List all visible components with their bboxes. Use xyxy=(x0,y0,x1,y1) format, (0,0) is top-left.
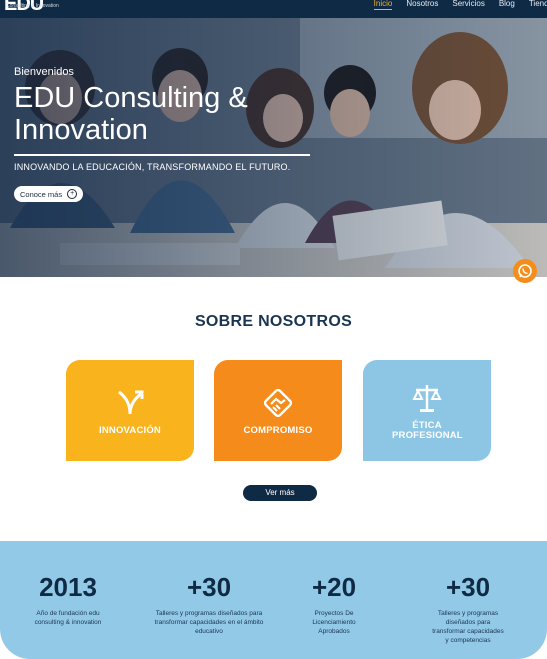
stats-section: 2013 Año de fundación edu consulting & i… xyxy=(0,541,547,659)
handshake-icon xyxy=(263,388,293,417)
stat-description: Talleres y programas diseñados para tran… xyxy=(154,610,264,635)
top-nav: EDU Consulting & Innovation Inicio Nosot… xyxy=(0,0,547,18)
stat-item: +30 Talleres y programas diseñados para … xyxy=(149,573,269,636)
scales-icon xyxy=(412,384,442,412)
page: EDU Consulting & Innovation Inicio Nosot… xyxy=(0,0,547,659)
nav-link-nosotros[interactable]: Nosotros xyxy=(406,0,438,10)
stat-value: +20 xyxy=(311,572,357,602)
hero-welcome: Bienvenidos xyxy=(14,66,74,78)
learn-more-button[interactable]: Conoce más + xyxy=(14,186,84,202)
stat-item: 2013 Año de fundación edu consulting & i… xyxy=(8,573,128,627)
merge-arrow-icon xyxy=(118,390,144,414)
nav-link-tienda[interactable]: Tienda xyxy=(529,0,547,10)
nav-link-inicio[interactable]: Inicio xyxy=(373,0,393,10)
value-card-label: INNOVACIÓN xyxy=(99,424,161,436)
hero-title: EDU Consulting & Innovation xyxy=(14,82,248,146)
whatsapp-button[interactable] xyxy=(513,259,537,283)
stat-value: +30 xyxy=(186,572,232,602)
value-card-label: ÉTICA PROFESIONAL xyxy=(392,419,463,441)
value-card-etica[interactable]: ÉTICA PROFESIONAL xyxy=(363,360,491,461)
value-card-label: COMPROMISO xyxy=(243,424,313,436)
stat-description: Talleres y programas diseñados para tran… xyxy=(432,610,504,644)
stat-item: +20 Proyectos De Licenciamiento Aprobado… xyxy=(274,573,394,636)
plus-circle-icon: + xyxy=(67,189,78,199)
logo-subtitle: Consulting & Innovation xyxy=(6,3,59,9)
value-card-compromiso[interactable]: COMPROMISO xyxy=(214,360,342,461)
about-title: SOBRE NOSOTROS xyxy=(194,313,353,330)
stat-value: +30 xyxy=(445,572,491,602)
see-more-button[interactable]: Ver más xyxy=(243,485,317,501)
value-card-innovacion[interactable]: INNOVACIÓN xyxy=(66,360,194,461)
hero-divider xyxy=(14,154,310,156)
nav-link-servicios[interactable]: Servicios xyxy=(452,0,484,10)
stat-item: +30 Talleres y programas diseñados para … xyxy=(408,573,528,645)
hero-section: Bienvenidos EDU Consulting & Innovation … xyxy=(0,18,547,277)
logo[interactable]: EDU Consulting & Innovation xyxy=(4,0,59,14)
stat-description: Año de fundación edu consulting & innova… xyxy=(34,610,102,626)
stat-description: Proyectos De Licenciamiento Aprobados xyxy=(312,610,356,635)
hero-tagline: INNOVANDO LA EDUCACIÓN, TRANSFORMANDO EL… xyxy=(14,162,291,172)
learn-more-label: Conoce más xyxy=(20,189,63,199)
stat-value: 2013 xyxy=(39,572,97,602)
nav-link-blog[interactable]: Blog xyxy=(499,0,515,10)
hero-content: Bienvenidos EDU Consulting & Innovation … xyxy=(14,66,314,202)
nav-links: Inicio Nosotros Servicios Blog Tienda xyxy=(373,0,547,10)
whatsapp-icon xyxy=(518,264,532,278)
